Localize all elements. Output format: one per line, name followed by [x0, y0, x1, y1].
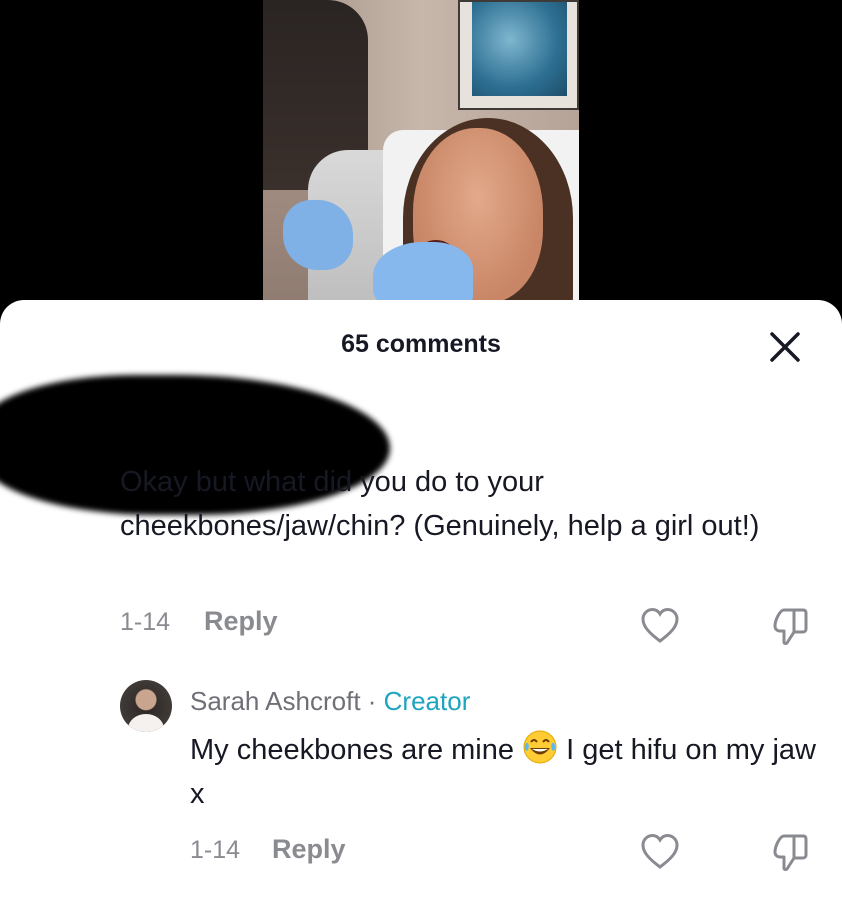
tears-of-joy-emoji-icon: [523, 730, 557, 764]
reply-date: 1-14: [190, 836, 241, 864]
reply-text: My cheekbones are mine I get hifu on my …: [190, 728, 820, 816]
video-glove-left: [283, 200, 353, 270]
reply-author-line[interactable]: Sarah Ashcroft · Creator: [190, 686, 470, 717]
author-separator: ·: [360, 686, 384, 716]
comments-count-title: 65 comments: [341, 330, 501, 358]
heart-icon[interactable]: [640, 606, 680, 646]
comment-text: Okay but what did you do to your cheekbo…: [120, 466, 760, 542]
dislike-icon[interactable]: [770, 606, 810, 646]
video-player[interactable]: [263, 0, 579, 310]
heart-icon[interactable]: [640, 832, 680, 872]
close-icon[interactable]: [768, 330, 802, 364]
reply-author-name[interactable]: Sarah Ashcroft: [190, 686, 361, 716]
video-wall-frame: [458, 0, 579, 110]
reply-reply-button[interactable]: Reply: [272, 834, 346, 865]
dislike-icon[interactable]: [770, 832, 810, 872]
reply-text-part1: My cheekbones are mine: [190, 734, 523, 766]
comment-reply-button[interactable]: Reply: [204, 606, 278, 637]
creator-badge: Creator: [383, 686, 471, 716]
avatar[interactable]: [120, 680, 172, 732]
comments-sheet: 65 comments Okay but what did you do to …: [0, 300, 842, 900]
comment-date: 1-14: [120, 608, 171, 636]
